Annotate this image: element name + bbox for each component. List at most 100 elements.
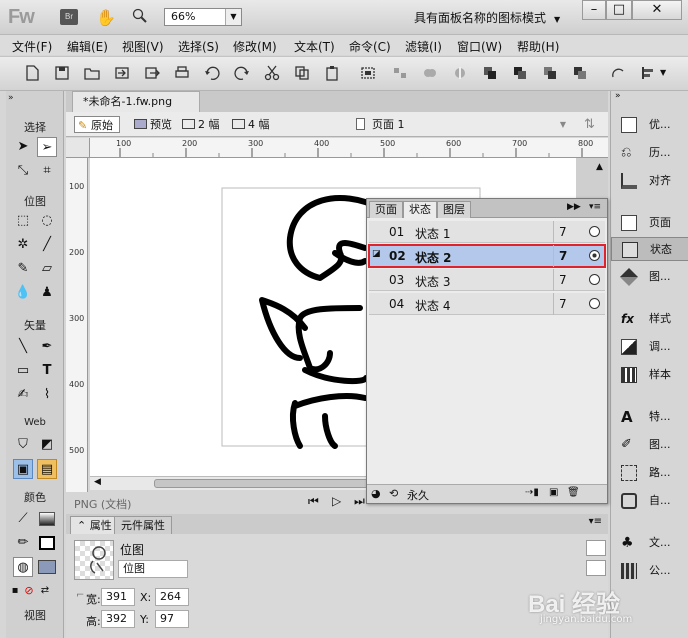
crop-tool-icon[interactable]: ⌗ [37, 161, 57, 181]
align-icon[interactable] [640, 65, 656, 81]
chevron-down-icon[interactable]: ▼ [660, 68, 666, 77]
zoom-tool-icon[interactable] [132, 8, 148, 27]
open-folder-icon[interactable] [84, 65, 100, 81]
panel-common-library[interactable]: 公... [611, 559, 688, 583]
panel-image-edit[interactable]: ✐ 图... [611, 433, 688, 457]
eyedropper-tool-icon[interactable]: ⟋ [13, 509, 33, 529]
onion-skin-icon[interactable] [589, 274, 600, 285]
width-field[interactable]: 391 [101, 588, 135, 606]
join-icon[interactable] [422, 65, 438, 81]
pen-tool-icon[interactable]: ✒ [37, 337, 57, 357]
bring-front-icon[interactable] [512, 65, 528, 81]
page-nav-icon[interactable]: ⇅ [584, 116, 595, 133]
state-delay[interactable]: 7 [559, 273, 567, 287]
subselect-tool-icon[interactable]: ➢ [37, 137, 57, 157]
menu-filter[interactable]: 滤镜(I) [405, 38, 442, 55]
stroke-swatch[interactable] [37, 533, 57, 553]
panel-adjust[interactable]: 调... [611, 335, 688, 359]
cut-icon[interactable] [264, 65, 280, 81]
panel-menu-icon[interactable]: ▾≡ [589, 202, 601, 212]
menu-window[interactable]: 窗口(W) [457, 38, 502, 55]
fill-swatch[interactable] [37, 557, 57, 577]
filter-icon[interactable] [586, 560, 606, 576]
view-4up-button[interactable]: 4 幅 [232, 116, 270, 133]
rectangle-tool-icon[interactable]: ▭ [13, 361, 33, 381]
lasso-tool-icon[interactable]: ◌ [37, 211, 57, 231]
stroke-color-icon[interactable]: ✏ [13, 533, 33, 553]
paint-bucket-icon[interactable] [37, 509, 57, 529]
last-frame-icon[interactable]: ⏭ [354, 494, 365, 509]
menu-command[interactable]: 命令(C) [349, 38, 391, 55]
minimize-button[interactable]: – [582, 0, 606, 20]
state-row-selected[interactable]: ◪ 02 状态 2 7 [368, 244, 606, 268]
menu-select[interactable]: 选择(S) [178, 38, 219, 55]
bridge-button[interactable]: Br [60, 9, 78, 25]
collapse-icon[interactable]: » [6, 93, 64, 103]
scale-tool-icon[interactable]: ⤡ [13, 161, 33, 181]
menu-modify[interactable]: 修改(M) [233, 38, 277, 55]
new-state-icon[interactable]: ▣ [549, 487, 558, 498]
panel-layers[interactable]: 图... [611, 265, 688, 289]
tab-symbol-properties[interactable]: 元件属性 [114, 516, 172, 534]
play-icon[interactable]: ▷ [332, 494, 341, 508]
view-2up-button[interactable]: 2 幅 [182, 116, 220, 133]
tab-pages[interactable]: 页面 [369, 201, 403, 218]
menu-file[interactable]: 文件(F) [12, 38, 52, 55]
hotspot-tool-icon[interactable]: ⛉ [13, 435, 33, 455]
group-icon[interactable] [360, 65, 376, 81]
fill-color-icon[interactable]: ◍ [13, 557, 33, 577]
tab-properties[interactable]: ⌃ 属性 [70, 516, 119, 534]
document-tab[interactable]: *未命名-1.fw.png [72, 91, 200, 112]
page-selector[interactable]: 页面 1 ▼ [350, 116, 572, 133]
x-field[interactable]: 264 [155, 588, 189, 606]
ruler-origin[interactable] [66, 138, 90, 158]
export-icon[interactable] [144, 65, 160, 81]
print-icon[interactable] [174, 65, 190, 81]
send-back-icon[interactable] [572, 65, 588, 81]
state-row[interactable]: 01 状态 1 7 [369, 221, 605, 243]
freeform-tool-icon[interactable]: ✍ [13, 385, 33, 405]
onion-skin-icon[interactable] [589, 226, 600, 237]
onion-skinning-icon[interactable]: ◕ [371, 487, 381, 500]
copy-icon[interactable] [294, 65, 310, 81]
height-field[interactable]: 392 [101, 610, 135, 628]
panel-optimize[interactable]: 优... [611, 113, 688, 137]
send-backward-icon[interactable] [542, 65, 558, 81]
state-delay[interactable]: 7 [559, 225, 567, 239]
ungroup-icon[interactable] [392, 65, 408, 81]
import-icon[interactable] [114, 65, 130, 81]
object-name-field[interactable]: 位图 [118, 560, 188, 578]
expand-icon[interactable]: » [615, 91, 621, 101]
scroll-left-icon[interactable]: ◀ [94, 477, 101, 487]
state-row[interactable]: 03 状态 3 7 [369, 269, 605, 291]
tab-states[interactable]: 状态 [403, 201, 437, 218]
bring-forward-icon[interactable] [482, 65, 498, 81]
state-row[interactable]: 04 状态 4 7 [369, 293, 605, 315]
panel-auto-shape[interactable]: 自... [611, 489, 688, 513]
menu-text[interactable]: 文本(T) [294, 38, 335, 55]
loop-icon[interactable]: ⟲ [389, 487, 398, 500]
delete-state-icon[interactable]: 🗑 [567, 487, 580, 498]
no-color-icon[interactable]: ⊘ [22, 581, 36, 601]
brush-tool-icon[interactable]: ╱ [37, 235, 57, 255]
pointer-tool-icon[interactable]: ➤ [13, 137, 33, 157]
y-field[interactable]: 97 [155, 610, 189, 628]
panel-path[interactable]: 路... [611, 461, 688, 485]
blur-tool-icon[interactable]: 💧 [13, 283, 33, 303]
panel-history[interactable]: ⎌ 历... [611, 141, 688, 165]
paste-icon[interactable] [324, 65, 340, 81]
magic-wand-icon[interactable]: ✲ [13, 235, 33, 255]
knife-tool-icon[interactable]: ⌇ [37, 385, 57, 405]
eraser-tool-icon[interactable]: ▱ [37, 259, 57, 279]
panel-align[interactable]: 对齐 [611, 169, 688, 193]
collapse-icon[interactable]: ▶▶ [567, 202, 581, 212]
state-delay[interactable]: 7 [559, 249, 567, 263]
slice-tool-icon[interactable]: ◩ [37, 435, 57, 455]
undo-icon[interactable] [204, 65, 220, 81]
onion-skin-icon[interactable] [589, 250, 600, 261]
view-original-button[interactable]: ✎ 原始 [74, 116, 120, 133]
loop-setting[interactable]: 永久 [407, 487, 429, 503]
tab-layers[interactable]: 图层 [437, 201, 471, 218]
workspace-mode[interactable]: 具有面板名称的图标模式 ▼ [414, 9, 560, 26]
panel-states[interactable]: 状态 [611, 237, 688, 261]
